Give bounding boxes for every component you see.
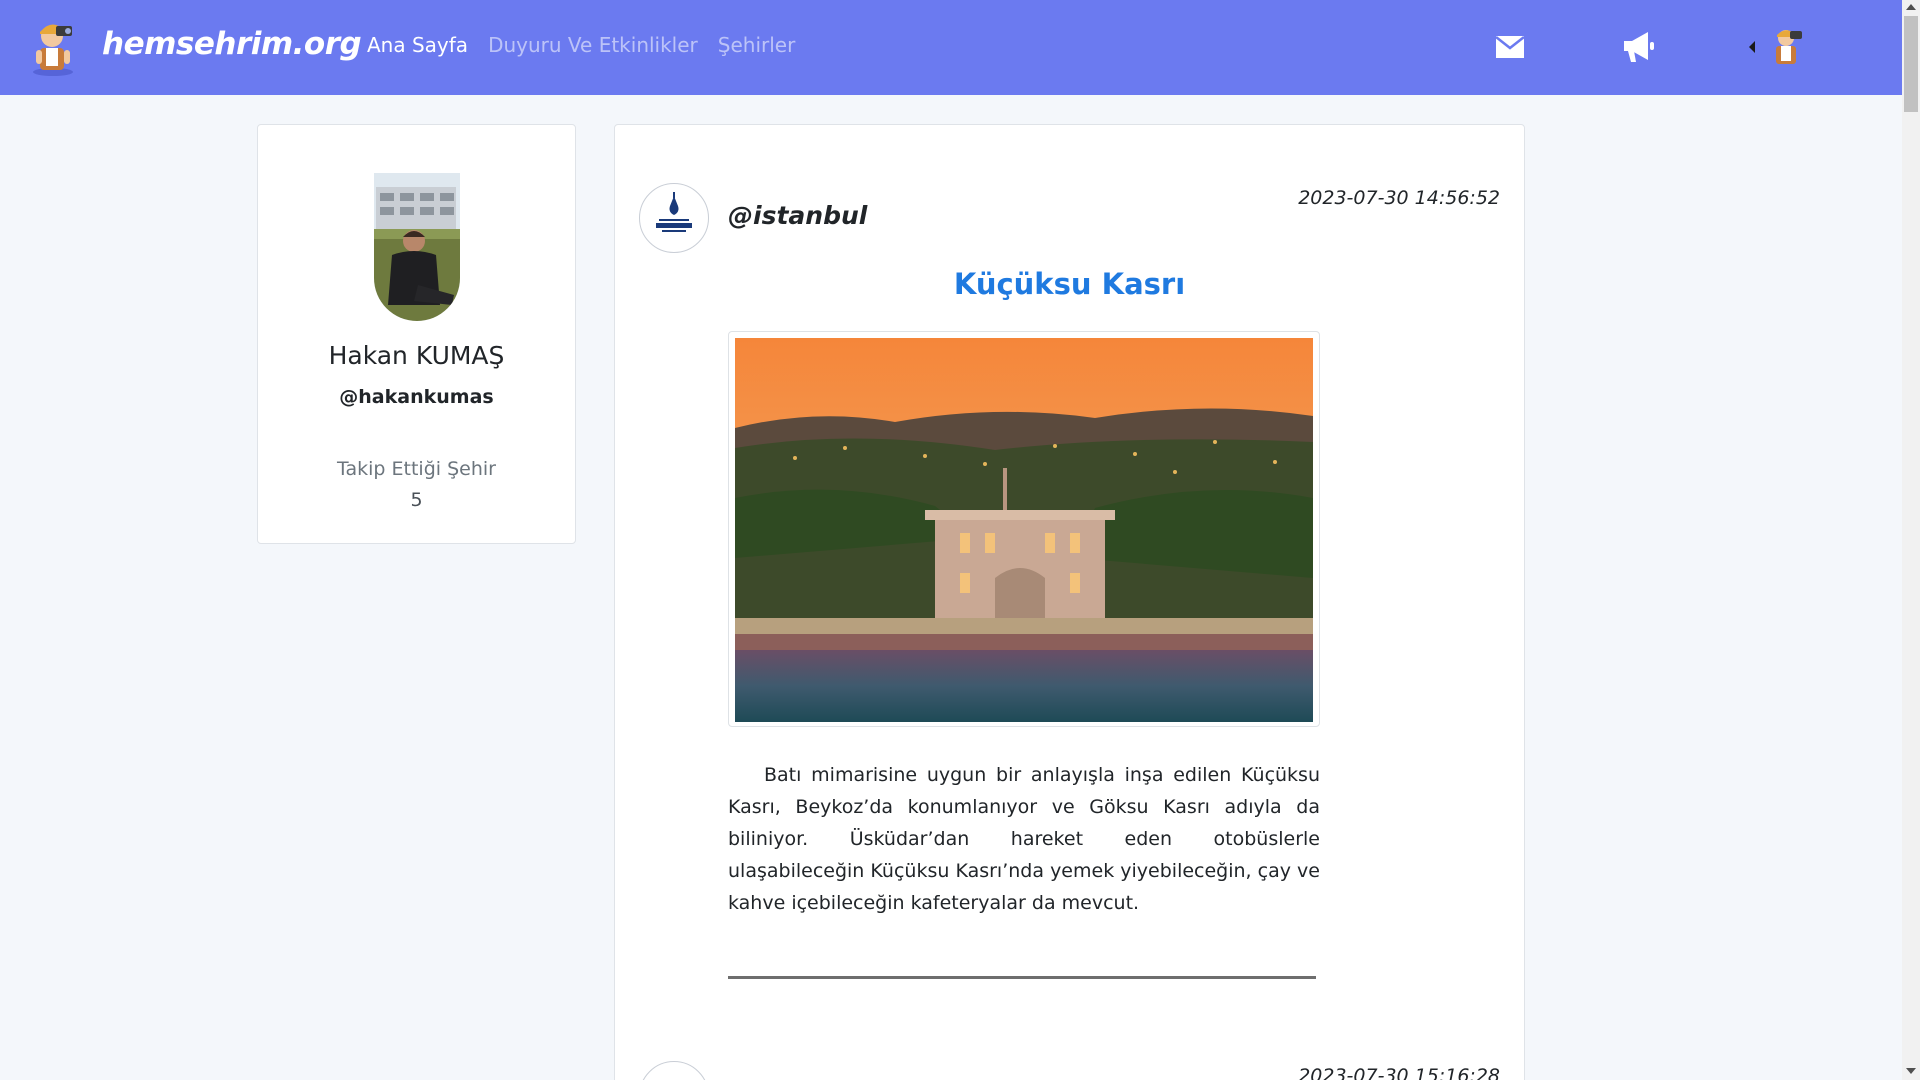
envelope-icon[interactable]	[1494, 34, 1526, 60]
post-image-frame	[728, 331, 1320, 727]
post-author-avatar[interactable]	[639, 183, 709, 253]
nav-links: Ana Sayfa Duyuru Ve Etkinlikler Şehirler	[367, 33, 795, 57]
post-date: 2023-07-30 15:16:28	[1298, 1065, 1500, 1080]
post-author-avatar[interactable]	[639, 1061, 709, 1080]
followed-cities-count[interactable]: 5	[258, 489, 575, 511]
top-navbar: hemsehrim.org Ana Sayfa Duyuru Ve Etkinl…	[0, 0, 1902, 95]
nav-link-announcements[interactable]: Duyuru Ve Etkinlikler	[488, 33, 698, 57]
post-author[interactable]: @istanbul	[728, 201, 867, 230]
page-scrollbar[interactable]	[1902, 0, 1920, 1080]
brand-logo-icon[interactable]	[26, 18, 80, 78]
profile-photo[interactable]	[374, 173, 460, 321]
profile-name: Hakan KUMAŞ	[328, 341, 505, 370]
post-image[interactable]	[735, 338, 1313, 722]
profile-username[interactable]: @hakankumas	[258, 386, 575, 408]
ibb-logo-icon	[656, 192, 692, 232]
megaphone-icon[interactable]	[1620, 30, 1656, 64]
user-avatar[interactable]	[1768, 26, 1804, 68]
caret-left-icon[interactable]	[1747, 40, 1757, 54]
brand-name[interactable]: hemsehrim.org	[102, 26, 362, 62]
post-date: 2023-07-30 14:56:52	[1298, 187, 1500, 209]
nav-link-cities[interactable]: Şehirler	[718, 33, 796, 57]
scroll-thumb[interactable]	[1904, 16, 1918, 112]
scroll-down-arrow-icon[interactable]	[1906, 1068, 1916, 1074]
scroll-up-arrow-icon[interactable]	[1906, 4, 1916, 10]
post-title[interactable]: Küçüksu Kasrı	[615, 267, 1524, 301]
profile-card: Hakan KUMAŞ @hakankumas Takip Ettiği Şeh…	[257, 124, 576, 544]
followed-cities-label: Takip Ettiği Şehir	[337, 458, 496, 480]
nav-link-home[interactable]: Ana Sayfa	[367, 33, 468, 57]
post-text: Batı mimarisine uygun bir anlayışla inşa…	[728, 764, 1320, 914]
post-divider	[728, 976, 1316, 979]
feed-card: @istanbul 2023-07-30 14:56:52 Küçüksu Ka…	[614, 124, 1525, 1080]
